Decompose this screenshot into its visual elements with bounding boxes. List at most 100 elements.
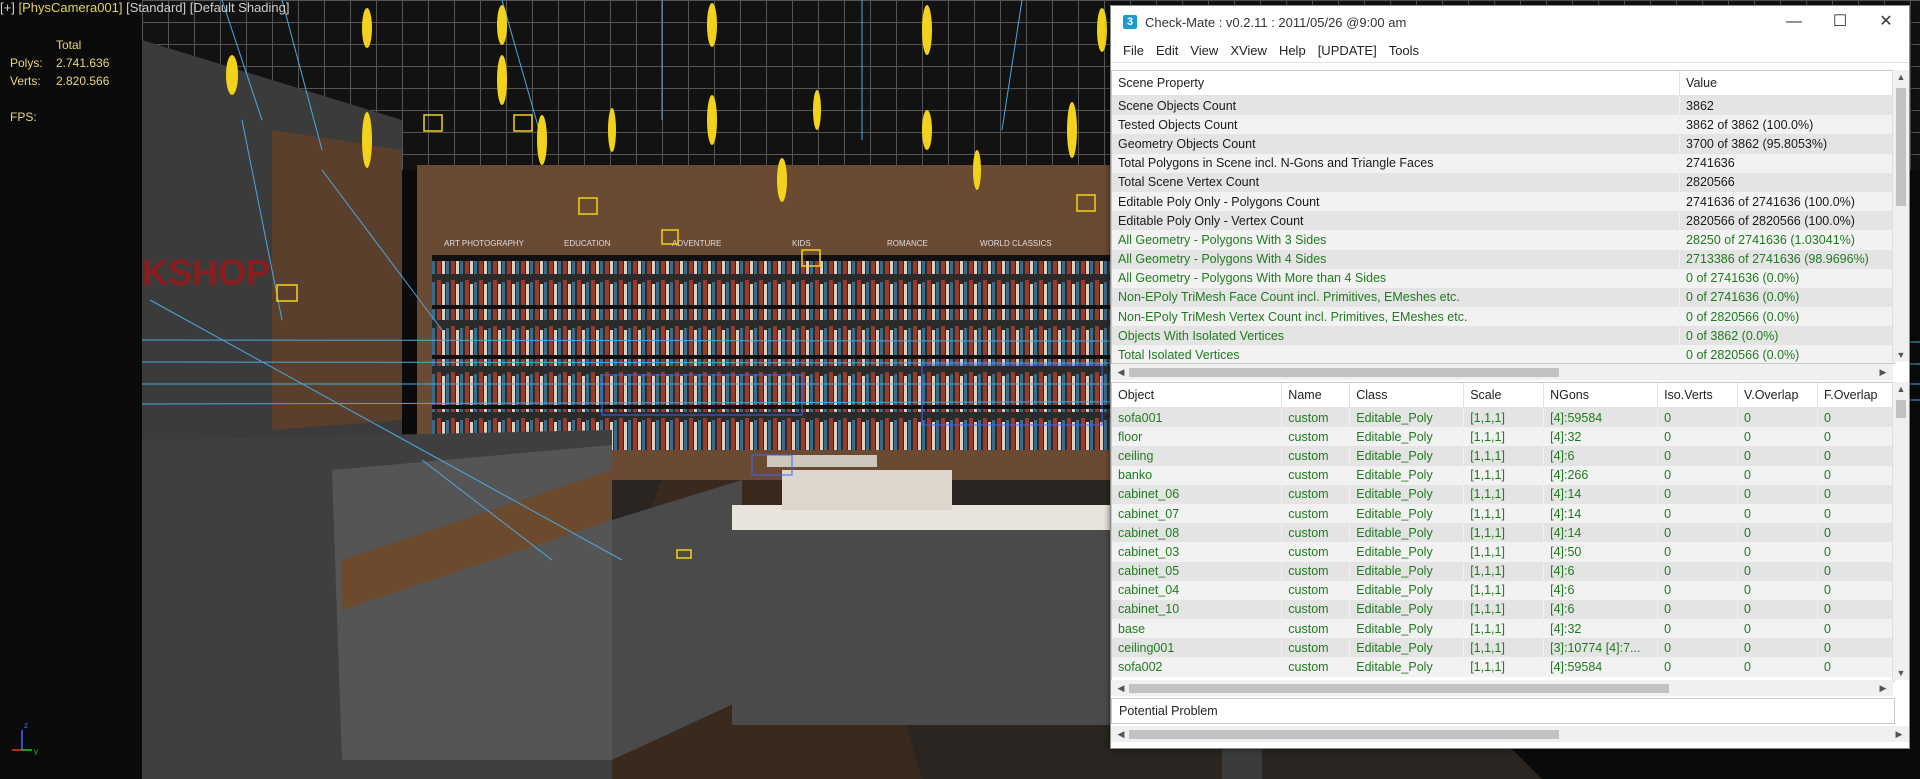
object-row[interactable]: ceiling001 custom Editable_Poly [1,1,1] [3]:… <box>1112 638 1894 658</box>
scroll-up-arrow-icon[interactable]: ▲ <box>1893 72 1909 82</box>
scale-cell: [1,1,1] <box>1463 407 1545 428</box>
ngons-cell: [3]:10774 [4]:7... <box>1543 638 1659 658</box>
scene-table-horizontal-scrollbar[interactable]: ◀ ▶ <box>1111 364 1893 380</box>
object-row[interactable]: banko custom Editable_Poly [1,1,1] [4]:266 0 0… <box>1112 465 1894 485</box>
menu-view[interactable]: View <box>1184 43 1224 58</box>
f-overlap-cell: 0 <box>1817 657 1894 677</box>
object-row[interactable]: sofa002 custom Editable_Poly [1,1,1] [4]:595… <box>1112 657 1894 677</box>
object-name-cell: cabinet_04 <box>1112 580 1283 600</box>
object-row[interactable]: ceiling custom Editable_Poly [1,1,1] [4]:6 0 0… <box>1112 446 1894 466</box>
object-list-panel[interactable]: Object Name Class Scale NGons Iso.Verts … <box>1111 382 1895 682</box>
scroll-left-arrow-icon[interactable]: ◀ <box>1113 683 1129 694</box>
scroll-down-arrow-icon[interactable]: ▼ <box>1893 668 1909 678</box>
v-overlap-cell: 0 <box>1737 484 1818 504</box>
menu-update[interactable]: [UPDATE] <box>1312 43 1383 58</box>
menu-file[interactable]: File <box>1117 43 1150 58</box>
scroll-down-arrow-icon[interactable]: ▼ <box>1893 350 1909 360</box>
scene-property-row[interactable]: Tested Objects Count 3862 of 3862 (100.0%… <box>1112 115 1894 135</box>
class-cell: Editable_Poly <box>1349 638 1465 658</box>
object-row[interactable]: cabinet_05 custom Editable_Poly [1,1,1] [4]:… <box>1112 561 1894 581</box>
column-header-v-overlap[interactable]: V.Overlap <box>1737 383 1818 408</box>
menu-xview[interactable]: XView <box>1224 43 1273 58</box>
column-header-scene-property[interactable]: Scene Property <box>1112 71 1681 96</box>
scene-property-value: 2713386 of 2741636 (98.9696%) <box>1679 249 1894 269</box>
scene-table-vertical-scrollbar[interactable]: ▲ ▼ <box>1892 70 1909 362</box>
title-bar[interactable]: 3 Check-Mate : v0.2.11 : 2011/05/26 @9:0… <box>1111 6 1909 38</box>
scroll-right-arrow-icon[interactable]: ▶ <box>1875 367 1891 378</box>
scroll-thumb[interactable] <box>1129 684 1669 693</box>
object-row[interactable]: floor custom Editable_Poly [1,1,1] [4]:32 0 0 0 <box>1112 427 1894 447</box>
scene-property-value: 2820566 <box>1679 172 1894 192</box>
viewport-shading-label[interactable]: [Default Shading] <box>190 0 290 15</box>
object-table-horizontal-scrollbar[interactable]: ◀ ▶ <box>1111 680 1893 696</box>
scene-property-row[interactable]: Objects With Isolated Vertices 0 of 3862 … <box>1112 326 1894 346</box>
column-header-value[interactable]: Value <box>1679 71 1894 96</box>
column-header-object[interactable]: Object <box>1112 383 1283 408</box>
scene-property-panel[interactable]: Scene Property Value Scene Objects Count… <box>1111 70 1895 364</box>
scene-property-row[interactable]: Total Scene Vertex Count 2820566 <box>1112 172 1894 192</box>
object-row[interactable]: cabinet_08 custom Editable_Poly [1,1,1] [4]:… <box>1112 523 1894 543</box>
scene-property-row[interactable]: Total Polygons in Scene incl. N-Gons and… <box>1112 153 1894 173</box>
column-header-scale[interactable]: Scale <box>1463 383 1545 408</box>
scale-cell: [1,1,1] <box>1463 523 1545 543</box>
column-header-name[interactable]: Name <box>1281 383 1351 408</box>
scroll-up-arrow-icon[interactable]: ▲ <box>1893 384 1909 394</box>
ngons-cell: [4]:32 <box>1543 427 1659 447</box>
scroll-left-arrow-icon[interactable]: ◀ <box>1113 729 1129 740</box>
scene-property-row[interactable]: All Geometry - Polygons With 4 Sides 2713… <box>1112 249 1894 269</box>
object-name-cell: banko <box>1112 465 1283 485</box>
class-cell: Editable_Poly <box>1349 580 1465 600</box>
scroll-thumb[interactable] <box>1896 88 1906 206</box>
scene-property-row[interactable]: Total Isolated Vertices 0 of 2820566 (0.0… <box>1112 345 1894 363</box>
object-row[interactable]: sofa001 custom Editable_Poly [1,1,1] [4]:595… <box>1112 407 1894 428</box>
menu-tools[interactable]: Tools <box>1383 43 1425 58</box>
scroll-thumb[interactable] <box>1129 730 1559 739</box>
object-row[interactable]: cabinet_07 custom Editable_Poly [1,1,1] [4]:… <box>1112 503 1894 524</box>
scene-property-row[interactable]: All Geometry - Polygons With 3 Sides 2825… <box>1112 230 1894 250</box>
viewport-camera-label[interactable]: [PhysCamera001] <box>18 0 122 15</box>
scroll-right-arrow-icon[interactable]: ▶ <box>1891 729 1907 740</box>
scroll-right-arrow-icon[interactable]: ▶ <box>1875 683 1891 694</box>
scene-property-row[interactable]: Non-EPoly TriMesh Face Count incl. Primi… <box>1112 287 1894 308</box>
viewport-label[interactable]: [+] [PhysCamera001] [Standard] [Default … <box>0 0 290 15</box>
scene-property-row[interactable]: Geometry Objects Count 3700 of 3862 (95.8… <box>1112 134 1894 154</box>
object-row[interactable]: base custom Editable_Poly [1,1,1] [4]:32 0 0 0 <box>1112 619 1894 639</box>
column-header-ngons[interactable]: NGons <box>1543 383 1659 408</box>
scene-property-row[interactable]: All Geometry - Polygons With More than 4… <box>1112 268 1894 288</box>
viewport-mode-label[interactable]: [Standard] <box>126 0 186 15</box>
scale-cell: [1,1,1] <box>1463 619 1545 639</box>
close-button[interactable]: ✕ <box>1863 6 1909 38</box>
object-row[interactable]: cabinet_04 custom Editable_Poly [1,1,1] [4]:… <box>1112 580 1894 600</box>
maximize-button[interactable]: ☐ <box>1817 6 1863 38</box>
column-header-iso-verts[interactable]: Iso.Verts <box>1657 383 1739 408</box>
potential-problem-panel[interactable]: Potential Problem <box>1111 698 1895 724</box>
menu-edit[interactable]: Edit <box>1150 43 1184 58</box>
scene-property-row[interactable]: Editable Poly Only - Polygons Count 27416… <box>1112 191 1894 212</box>
column-header-class[interactable]: Class <box>1349 383 1465 408</box>
scene-property-name: All Geometry - Polygons With More than 4… <box>1112 268 1681 288</box>
scroll-thumb[interactable] <box>1129 368 1559 377</box>
object-name-cell: ceiling <box>1112 446 1283 466</box>
scene-property-row[interactable]: Editable Poly Only - Vertex Count 2820566… <box>1112 211 1894 231</box>
potential-problem-horizontal-scrollbar[interactable]: ◀ ▶ <box>1111 726 1909 742</box>
object-table-vertical-scrollbar[interactable]: ▲ ▼ <box>1892 382 1909 680</box>
ngons-cell: [4]:14 <box>1543 523 1659 543</box>
menu-help[interactable]: Help <box>1273 43 1312 58</box>
class-cell: Editable_Poly <box>1349 465 1465 485</box>
minimize-button[interactable]: — <box>1771 6 1817 38</box>
scale-cell: [1,1,1] <box>1463 503 1545 524</box>
object-row[interactable]: cabinet_06 custom Editable_Poly [1,1,1] [4]:… <box>1112 484 1894 504</box>
object-row[interactable]: cabinet_03 custom Editable_Poly [1,1,1] [4]:… <box>1112 542 1894 562</box>
scale-cell: [1,1,1] <box>1463 484 1545 504</box>
viewport-menu-plus[interactable]: [+] <box>0 0 15 15</box>
shelf-sign-kids: KIDS <box>792 239 811 248</box>
check-mate-window[interactable]: 3 Check-Mate : v0.2.11 : 2011/05/26 @9:0… <box>1110 5 1910 749</box>
column-header-f-overlap[interactable]: F.Overlap <box>1817 383 1894 408</box>
scene-property-row[interactable]: Non-EPoly TriMesh Vertex Count incl. Pri… <box>1112 307 1894 327</box>
object-row[interactable]: cabinet_10 custom Editable_Poly [1,1,1] [4]:… <box>1112 599 1894 620</box>
scene-property-value: 2820566 of 2820566 (100.0%) <box>1679 211 1894 231</box>
scroll-left-arrow-icon[interactable]: ◀ <box>1113 367 1129 378</box>
scene-property-name: Total Isolated Vertices <box>1112 345 1681 363</box>
scene-property-row[interactable]: Scene Objects Count 3862 <box>1112 95 1894 116</box>
scroll-thumb[interactable] <box>1896 400 1906 418</box>
